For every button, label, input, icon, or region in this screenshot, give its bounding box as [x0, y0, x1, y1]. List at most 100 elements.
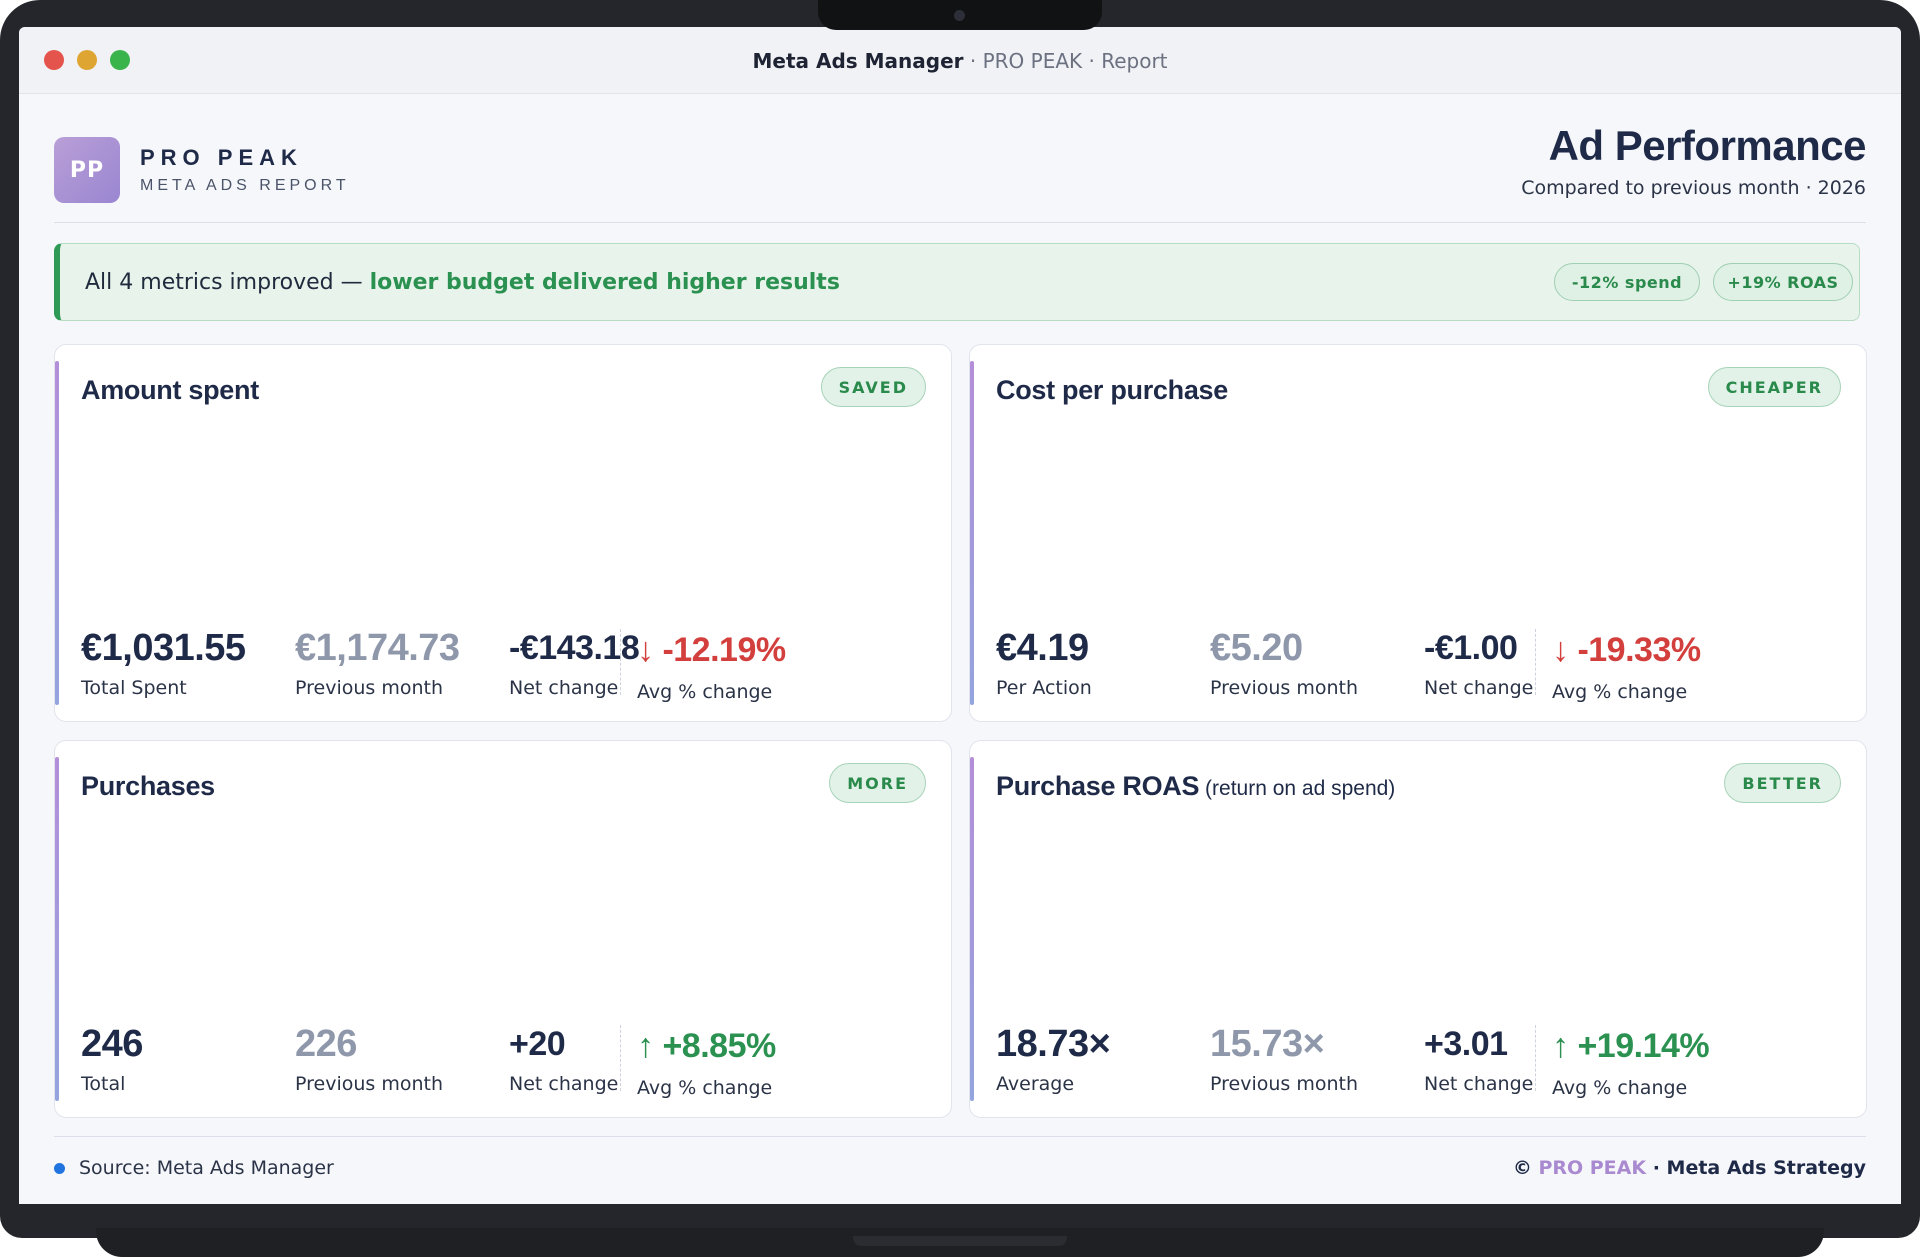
window-context: · PRO PEAK · Report [963, 49, 1168, 73]
footer-divider [54, 1136, 1866, 1137]
arrow-up-icon: ↑ [1552, 1027, 1569, 1065]
card-accent-bar [55, 757, 59, 1101]
laptop-base-notch [853, 1236, 1067, 1246]
banner-text: All 4 metrics improved — lower budget de… [85, 270, 840, 295]
net-stat: +3.01 Net change [1424, 1023, 1533, 1095]
banner-lead: All 4 metrics improved — [85, 270, 370, 295]
card-title: Cost per purchase [996, 375, 1228, 406]
brand-name: PRO PEAK [140, 145, 303, 170]
net-label: Net change [1424, 1073, 1534, 1095]
camera-icon [954, 10, 965, 21]
net-label: Net change [1424, 677, 1534, 699]
previous-value: €5.20 [1210, 627, 1303, 669]
copyright-rest: · Meta Ads Strategy [1646, 1157, 1866, 1179]
camera-notch [818, 0, 1102, 30]
card-accent-bar [970, 361, 974, 705]
previous-label: Previous month [295, 1073, 444, 1095]
change-label: Avg % change [637, 681, 773, 703]
current-value: €1,031.55 [81, 627, 246, 669]
source-text: Source: Meta Ads Manager [79, 1157, 334, 1179]
page-subtitle: Compared to previous month · 2026 [1521, 177, 1866, 199]
change-percent: -19.33% [1577, 631, 1701, 669]
roas-change-pill: +19% ROAS [1713, 263, 1853, 301]
previous-label: Previous month [1210, 1073, 1359, 1095]
brand-logo: PP [54, 137, 120, 203]
card-title-text: Purchases [81, 771, 215, 801]
window-app-name: Meta Ads Manager [752, 49, 964, 73]
net-stat: -€1.00 Net change [1424, 627, 1533, 699]
change-stat: ↑ +19.14% Avg % change [1535, 1025, 1710, 1099]
current-label: Per Action [996, 677, 1092, 699]
previous-value: €1,174.73 [295, 627, 460, 669]
arrow-down-icon: ↓ [1552, 631, 1569, 669]
net-value: +20 [509, 1025, 566, 1063]
window-title: Meta Ads Manager · PRO PEAK · Report [19, 49, 1901, 73]
metric-card-cost-per-purchase: Cost per purchase CHEAPER €4.19 Per Acti… [969, 344, 1867, 722]
copyright: © PRO PEAK · Meta Ads Strategy [1513, 1157, 1866, 1179]
current-label: Average [996, 1073, 1075, 1095]
change-percent: -12.19% [662, 631, 786, 669]
arrow-down-icon: ↓ [637, 631, 654, 669]
banner-highlight: lower budget delivered higher results [369, 270, 840, 295]
current-label: Total Spent [81, 677, 187, 699]
net-label: Net change [509, 1073, 619, 1095]
arrow-up-icon: ↑ [637, 1027, 654, 1065]
current-stat: €4.19 Per Action [996, 627, 1092, 699]
change-value: ↑ +19.14% [1552, 1025, 1710, 1067]
net-stat: +20 Net change [509, 1023, 618, 1095]
summary-banner: All 4 metrics improved — lower budget de… [54, 243, 1860, 321]
card-title-text: Amount spent [81, 375, 259, 405]
current-label: Total [81, 1073, 126, 1095]
change-stat: ↓ -12.19% Avg % change [620, 629, 786, 703]
change-percent: +8.85% [662, 1027, 776, 1065]
current-value: 18.73× [996, 1023, 1111, 1065]
change-value: ↑ +8.85% [637, 1025, 776, 1067]
status-badge: MORE [829, 763, 926, 803]
change-label: Avg % change [1552, 681, 1688, 703]
previous-label: Previous month [1210, 677, 1359, 699]
app-window: Meta Ads Manager · PRO PEAK · Report PP … [19, 27, 1901, 1204]
current-value: 246 [81, 1023, 143, 1065]
previous-stat: €5.20 Previous month [1210, 627, 1358, 699]
card-title-text: Purchase ROAS [996, 771, 1200, 801]
spend-change-pill: -12% spend [1554, 263, 1700, 301]
current-stat: 246 Total [81, 1023, 143, 1095]
previous-value: 226 [295, 1023, 357, 1065]
window-titlebar: Meta Ads Manager · PRO PEAK · Report [19, 27, 1901, 94]
status-badge: CHEAPER [1707, 367, 1841, 407]
current-stat: €1,031.55 Total Spent [81, 627, 246, 699]
brand-subtitle: META ADS REPORT [140, 177, 350, 194]
metric-card-purchases: Purchases MORE 246 Total 226 Previous mo… [54, 740, 952, 1118]
card-title: Purchase ROAS (return on ad spend) [996, 771, 1395, 802]
previous-stat: 226 Previous month [295, 1023, 443, 1095]
previous-stat: 15.73× Previous month [1210, 1023, 1358, 1095]
card-title-note: (return on ad spend) [1199, 777, 1396, 800]
previous-value: 15.73× [1210, 1023, 1325, 1065]
net-value: -€1.00 [1424, 629, 1518, 667]
card-accent-bar [970, 757, 974, 1101]
current-stat: 18.73× Average [996, 1023, 1111, 1095]
source-dot-icon [54, 1163, 65, 1174]
current-value: €4.19 [996, 627, 1089, 669]
status-badge: SAVED [820, 367, 926, 407]
card-title: Amount spent [81, 375, 259, 406]
copyright-brand: PRO PEAK [1538, 1157, 1647, 1179]
change-value: ↓ -12.19% [637, 629, 786, 671]
previous-stat: €1,174.73 Previous month [295, 627, 460, 699]
change-stat: ↑ +8.85% Avg % change [620, 1025, 776, 1099]
card-accent-bar [55, 361, 59, 705]
change-label: Avg % change [637, 1077, 773, 1099]
change-stat: ↓ -19.33% Avg % change [1535, 629, 1701, 703]
status-badge: BETTER [1724, 763, 1841, 803]
change-value: ↓ -19.33% [1552, 629, 1701, 671]
metric-card-amount-spent: Amount spent SAVED €1,031.55 Total Spent… [54, 344, 952, 722]
card-title-text: Cost per purchase [996, 375, 1228, 405]
copyright-symbol: © [1512, 1157, 1539, 1179]
change-percent: +19.14% [1577, 1027, 1710, 1065]
previous-label: Previous month [295, 677, 444, 699]
metric-card-purchase-roas: Purchase ROAS (return on ad spend) BETTE… [969, 740, 1867, 1118]
card-title: Purchases [81, 771, 215, 802]
page-title: Ad Performance [1548, 122, 1867, 169]
header-divider [54, 222, 1866, 223]
change-label: Avg % change [1552, 1077, 1688, 1099]
